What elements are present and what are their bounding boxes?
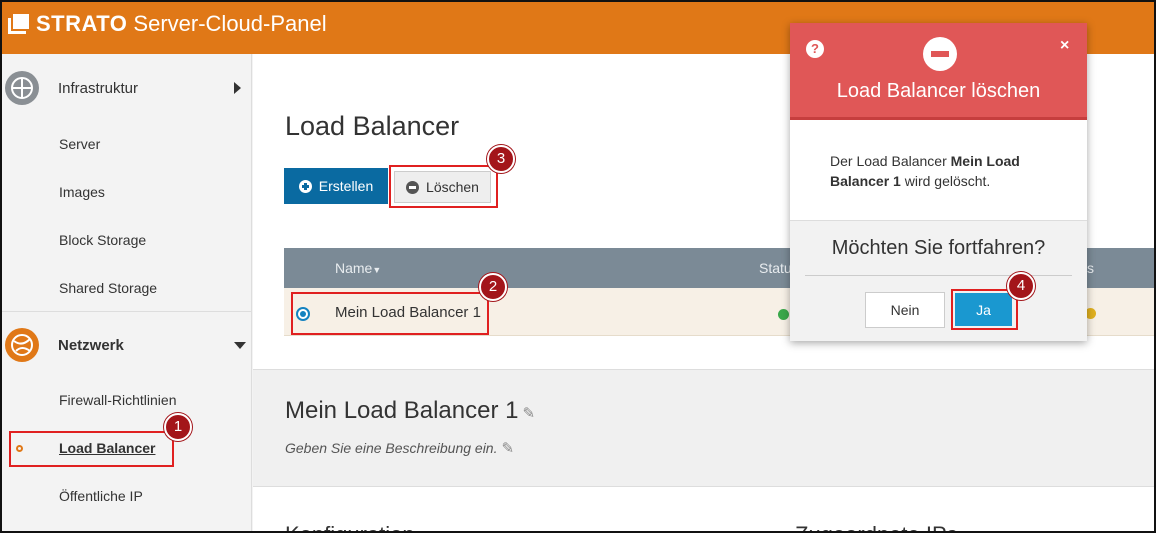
section-heading-ips: Zugeordnete IPs: [795, 524, 958, 531]
no-button[interactable]: Nein: [865, 292, 945, 328]
app-window: STRATO Server-Cloud-Panel Infrastruktur …: [0, 0, 1156, 533]
page-title: Load Balancer: [285, 111, 460, 141]
highlight-box-4: [951, 289, 1018, 330]
sidebar-item-server[interactable]: Server: [59, 136, 100, 152]
strato-logo-icon: [8, 14, 30, 34]
section-heading-config: Konfiguration: [285, 524, 415, 531]
step-badge-4: 4: [1007, 272, 1035, 300]
dialog-header: ? × Load Balancer löschen: [790, 23, 1087, 120]
detail-title[interactable]: Mein Load Balancer 1 ✎: [285, 397, 535, 425]
create-button[interactable]: Erstellen: [284, 168, 388, 204]
column-header-right[interactable]: s: [1087, 260, 1094, 276]
brand-name: STRATO: [36, 11, 128, 36]
dialog-message: Der Load Balancer Mein Load Balancer 1 w…: [830, 153, 1020, 189]
step-badge-2: 2: [479, 273, 507, 301]
pencil-icon[interactable]: ✎: [501, 439, 514, 457]
strato-logo[interactable]: STRATO Server-Cloud-Panel: [8, 11, 327, 37]
highlight-box-2: [291, 292, 489, 335]
delete-confirm-dialog: ? × Load Balancer löschen Der Load Balan…: [790, 23, 1087, 341]
create-button-label: Erstellen: [318, 178, 374, 194]
globe-icon: [4, 70, 40, 106]
sidebar-item-shared-storage[interactable]: Shared Storage: [59, 280, 157, 296]
step-badge-1: 1: [164, 413, 192, 441]
dialog-title: Load Balancer löschen: [836, 80, 1041, 102]
column-header-name[interactable]: Name▼: [335, 260, 381, 276]
sidebar-item-firewall[interactable]: Firewall-Richtlinien: [59, 392, 176, 408]
chevron-down-icon: [234, 341, 246, 349]
step-badge-3: 3: [487, 145, 515, 173]
dialog-divider: [805, 275, 1072, 276]
sidebar-item-images[interactable]: Images: [59, 184, 105, 200]
description-field[interactable]: Geben Sie eine Beschreibung ein. ✎: [285, 439, 514, 457]
sidebar-divider: [2, 311, 252, 312]
status-ok-icon: [778, 309, 789, 320]
dialog-question: Möchten Sie fortfahren?: [831, 237, 1046, 259]
chevron-right-icon: [234, 82, 241, 94]
sidebar-item-block-storage[interactable]: Block Storage: [59, 232, 146, 248]
nav-category-label: Infrastruktur: [58, 79, 139, 97]
highlight-box-3: [389, 165, 498, 208]
help-icon[interactable]: ?: [806, 40, 824, 58]
highlight-box-1: [9, 431, 174, 467]
network-globe-icon: [4, 327, 40, 363]
plus-circle-icon: [298, 179, 312, 193]
detail-panel: Mein Load Balancer 1 ✎ Geben Sie eine Bes…: [253, 369, 1154, 487]
nav-category-label: Netzwerk: [58, 336, 124, 354]
pencil-icon[interactable]: ✎: [522, 404, 535, 422]
sort-down-icon: ▼: [372, 265, 382, 275]
column-header-status[interactable]: Statu: [759, 260, 792, 276]
sidebar-item-public-ip[interactable]: Öffentliche IP: [59, 488, 143, 504]
dialog-footer: Möchten Sie fortfahren? Nein Ja: [790, 220, 1087, 341]
close-icon[interactable]: ×: [1060, 37, 1069, 55]
product-name: Server-Cloud-Panel: [133, 11, 327, 36]
nav-category-infrastruktur[interactable]: Infrastruktur: [2, 60, 252, 116]
minus-circle-icon: [923, 37, 957, 71]
nav-category-netzwerk[interactable]: Netzwerk: [2, 317, 252, 373]
